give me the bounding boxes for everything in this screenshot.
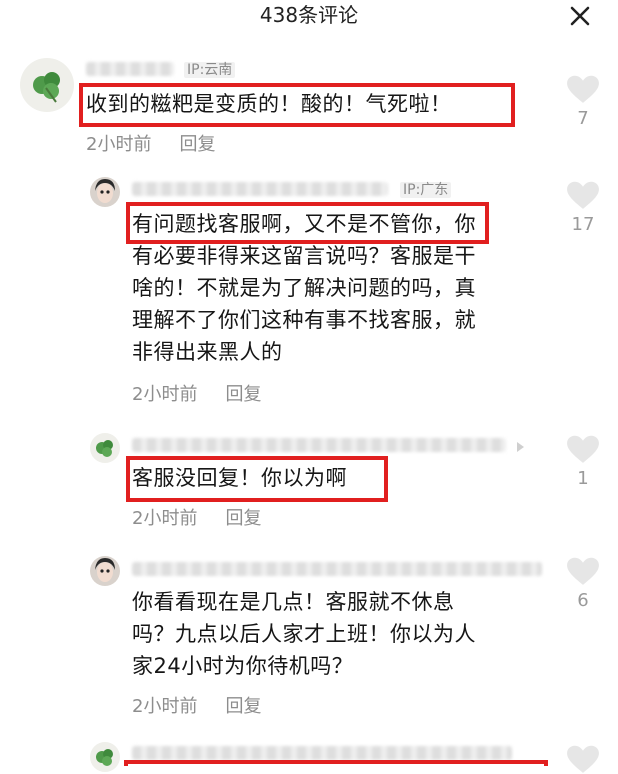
avatar[interactable] — [90, 742, 120, 772]
comment-line: 理解不了你们这种有事不找客服，就 — [132, 308, 476, 332]
comment-text[interactable]: 你看看现在是几点！客服就不休息 吗？九点以后人家才上班！你以为人 家24小时为你… — [132, 586, 476, 682]
heart-icon — [567, 557, 599, 585]
avatar[interactable] — [90, 177, 120, 207]
like-count: 6 — [577, 590, 589, 611]
ip-location: IP:广东 — [400, 182, 452, 198]
timestamp: 2小时前 — [86, 134, 152, 155]
heart-icon — [567, 75, 599, 103]
comment-line: 你看看现在是几点！客服就不休息 — [132, 590, 455, 614]
reply-button[interactable]: 回复 — [225, 696, 261, 717]
comment-meta: 2小时前 回复 — [132, 384, 261, 406]
close-button[interactable] — [568, 4, 592, 28]
avatar[interactable] — [90, 433, 120, 463]
username[interactable] — [132, 562, 542, 576]
like-button[interactable]: 17 — [566, 180, 600, 236]
chevron-right-icon[interactable] — [514, 441, 526, 453]
highlight-box — [124, 760, 548, 766]
like-button[interactable]: 6 — [566, 556, 600, 612]
like-button[interactable]: 1 — [566, 434, 600, 490]
timestamp: 2小时前 — [132, 508, 198, 529]
heart-icon — [567, 745, 599, 773]
highlight-box — [126, 202, 489, 244]
username[interactable] — [86, 62, 174, 76]
highlight-box — [126, 456, 388, 502]
username[interactable] — [132, 182, 388, 196]
reply-button[interactable]: 回复 — [225, 384, 261, 405]
like-button[interactable] — [566, 744, 600, 774]
avatar[interactable] — [20, 58, 74, 112]
highlight-box — [79, 83, 515, 127]
username[interactable] — [132, 438, 506, 452]
like-button[interactable]: 7 — [566, 74, 600, 130]
reply-button[interactable]: 回复 — [225, 508, 261, 529]
like-count: 7 — [577, 108, 589, 129]
ip-location: IP:云南 — [184, 62, 236, 78]
comment-meta: 2小时前 回复 — [86, 134, 215, 156]
comment-line: 吗？九点以后人家才上班！你以为人 — [132, 622, 476, 646]
comment-line: 家24小时为你待机吗？ — [132, 654, 354, 678]
avatar[interactable] — [90, 556, 120, 586]
comment-line: 非得出来黑人的 — [132, 340, 283, 364]
heart-icon — [567, 181, 599, 209]
timestamp: 2小时前 — [132, 696, 198, 717]
comment-line: 啥的！不就是为了解决问题的吗，真 — [132, 276, 476, 300]
heart-icon — [567, 435, 599, 463]
close-icon — [570, 6, 590, 26]
username[interactable] — [132, 746, 512, 760]
comment-line: 有必要非得来这留言说吗？客服是干 — [132, 244, 476, 268]
like-count: 17 — [571, 214, 595, 235]
comment-meta: 2小时前 回复 — [132, 508, 261, 530]
like-count: 1 — [577, 468, 589, 489]
timestamp: 2小时前 — [132, 384, 198, 405]
comment-meta: 2小时前 回复 — [132, 696, 261, 718]
comments-header-title: 438条评论 — [259, 3, 359, 27]
reply-button[interactable]: 回复 — [179, 134, 215, 155]
